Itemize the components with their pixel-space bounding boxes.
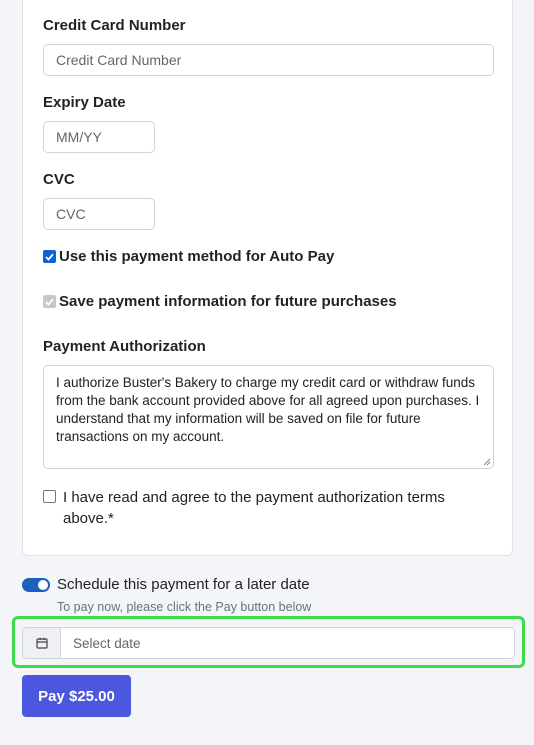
schedule-hint: To pay now, please click the Pay button … [57, 600, 312, 614]
resize-grip-icon[interactable] [483, 458, 491, 466]
agree-terms-label: I have read and agree to the payment aut… [63, 489, 445, 527]
pay-button[interactable]: Pay $25.00 [22, 675, 131, 717]
save-info-checkbox [43, 295, 56, 308]
payment-authorization-textarea[interactable]: I authorize Buster's Bakery to charge my… [43, 365, 494, 469]
toggle-knob [38, 579, 48, 590]
date-picker[interactable] [22, 627, 515, 659]
date-input[interactable] [61, 628, 514, 658]
schedule-label: Schedule this payment for a later date [57, 576, 310, 593]
card-number-label: Credit Card Number [43, 17, 186, 34]
auto-pay-label: Use this payment method for Auto Pay [59, 248, 335, 265]
card-number-input[interactable] [43, 44, 494, 76]
expiry-date-label: Expiry Date [43, 94, 126, 111]
schedule-option[interactable]: Schedule this payment for a later date [22, 576, 310, 593]
save-info-option: Save payment information for future purc… [43, 293, 397, 310]
payment-form-card [22, 0, 513, 556]
save-info-label: Save payment information for future purc… [59, 293, 397, 310]
cvc-input[interactable] [43, 198, 155, 230]
agree-terms-option[interactable]: I have read and agree to the payment aut… [43, 487, 473, 529]
agree-terms-checkbox[interactable] [43, 490, 56, 503]
expiry-date-input[interactable] [43, 121, 155, 153]
auto-pay-checkbox[interactable] [43, 250, 56, 263]
payment-authorization-label: Payment Authorization [43, 338, 206, 355]
schedule-toggle[interactable] [22, 577, 50, 592]
authorization-text: I authorize Buster's Bakery to charge my… [56, 375, 480, 444]
calendar-icon[interactable] [23, 628, 61, 658]
cvc-label: CVC [43, 171, 75, 188]
auto-pay-option[interactable]: Use this payment method for Auto Pay [43, 248, 334, 265]
